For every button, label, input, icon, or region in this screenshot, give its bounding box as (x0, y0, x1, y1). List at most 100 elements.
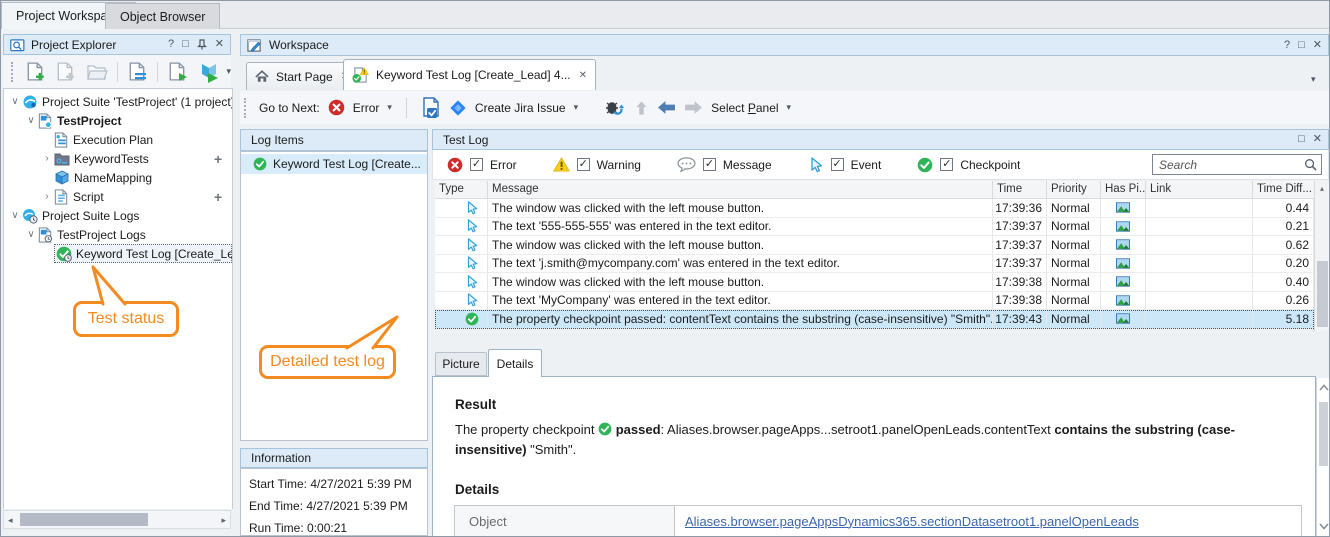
callout-label: Detailed test log (270, 353, 385, 371)
scroll-right-icon[interactable]: ▸ (221, 515, 226, 526)
tree-item-script[interactable]: › Script (4, 187, 104, 206)
tab-object-browser[interactable]: Object Browser (105, 3, 220, 29)
tab-details[interactable]: Details (488, 349, 542, 377)
close-button[interactable]: ✕ (215, 39, 224, 50)
goto-next-caret[interactable]: ▾ (387, 102, 392, 113)
chevron-right-icon[interactable]: › (40, 153, 54, 164)
back-arrow-icon[interactable] (657, 100, 676, 115)
log-row-selected[interactable]: The property checkpoint passed: contentT… (435, 310, 1314, 329)
add-script-button[interactable]: + (214, 190, 222, 204)
column-header[interactable]: Time Diff... (1253, 181, 1314, 198)
picture-icon (1116, 221, 1130, 232)
run-project-button[interactable] (165, 59, 191, 85)
tree-item-label: TestProject (57, 114, 121, 128)
column-header[interactable]: Priority (1047, 181, 1101, 198)
chevron-down-icon[interactable]: ∨ (24, 115, 38, 126)
log-link (1146, 310, 1253, 328)
tree-item-keyword-test-log[interactable]: Keyword Test Log [Create_Lead (54, 244, 232, 263)
event-filter-checkbox[interactable]: ✓ (831, 158, 844, 171)
run-state-icon[interactable] (604, 98, 626, 118)
log-grid-scrollbar[interactable]: ▴ (1314, 181, 1329, 331)
tab-label: Start Page (276, 70, 333, 84)
tree-item-project-suite[interactable]: ∨ Project Suite 'TestProject' (1 project… (4, 92, 233, 111)
log-row[interactable]: The text 'j.smith@mycompany.com' was ent… (435, 255, 1314, 274)
column-header[interactable]: Time (993, 181, 1047, 198)
log-message: The text 'j.smith@mycompany.com' was ent… (488, 255, 993, 273)
forward-arrow-icon[interactable] (684, 100, 703, 115)
column-header[interactable]: Message (488, 181, 993, 198)
tree-item-execution-plan[interactable]: Execution Plan (4, 130, 153, 149)
post-results-icon[interactable] (421, 97, 441, 119)
scroll-up-chevron-icon[interactable] (1319, 384, 1329, 391)
tree-item-project-suite-logs[interactable]: ∨ Project Suite Logs (4, 206, 139, 225)
panel-title: Information (251, 451, 311, 465)
search-input[interactable] (1152, 154, 1322, 175)
tab-list-caret[interactable]: ▾ (1311, 74, 1316, 85)
add-new-item-button[interactable] (54, 59, 80, 85)
tree-item-namemapping[interactable]: NameMapping (4, 168, 152, 187)
explorer-horizontal-scrollbar[interactable]: ◂ ▸ (3, 510, 231, 529)
picture-icon (1116, 202, 1130, 213)
close-button[interactable]: ✕ (1313, 40, 1322, 51)
log-row[interactable]: The window was clicked with the left mou… (435, 273, 1314, 292)
message-filter-checkbox[interactable]: ✓ (703, 158, 716, 171)
organize-tests-button[interactable] (125, 59, 151, 85)
select-panel-button[interactable]: Select Panel (711, 101, 778, 115)
add-new-project-button[interactable] (23, 59, 49, 85)
jira-caret[interactable]: ▾ (574, 102, 579, 113)
goto-next-value[interactable]: Error (353, 101, 380, 115)
tab-picture[interactable]: Picture (435, 352, 487, 376)
add-keywordtest-button[interactable]: + (214, 152, 222, 166)
tree-item-keywordtests[interactable]: › KeywordTests (4, 149, 149, 168)
pin-icon[interactable] (197, 39, 207, 50)
log-items-row[interactable]: Keyword Test Log [Create... (241, 154, 427, 174)
scroll-left-icon[interactable]: ◂ (8, 515, 13, 526)
column-header[interactable]: Has Pi... (1101, 181, 1146, 198)
up-arrow-icon[interactable] (633, 100, 651, 115)
column-header[interactable]: Link (1146, 181, 1253, 198)
help-button[interactable]: ? (1284, 40, 1290, 51)
log-row[interactable]: The window was clicked with the left mou… (435, 236, 1314, 255)
column-header[interactable]: Type (435, 181, 488, 198)
toolbar-grip[interactable] (244, 98, 248, 118)
chevron-down-icon[interactable]: ∨ (8, 210, 22, 221)
log-row[interactable]: The text '555-555-555' was entered in th… (435, 218, 1314, 237)
maximize-button[interactable]: □ (182, 39, 189, 50)
log-row[interactable]: The window was clicked with the left mou… (435, 199, 1314, 218)
log-message: The text 'MyCompany' was entered in the … (488, 292, 993, 310)
search-icon[interactable] (1304, 158, 1317, 171)
tree-item-testproject[interactable]: ∨ TestProject (4, 111, 121, 130)
toolbar-grip[interactable] (11, 62, 15, 82)
create-jira-issue-button[interactable]: Create Jira Issue (475, 101, 566, 115)
scrollbar-thumb[interactable] (1319, 402, 1328, 466)
run-project-suite-button[interactable] (196, 59, 222, 85)
help-button[interactable]: ? (168, 39, 174, 50)
scroll-up-icon[interactable]: ▴ (1315, 181, 1329, 193)
run-options-caret[interactable]: ▾ (227, 66, 232, 77)
tree-item-testproject-logs[interactable]: ∨ TestProject Logs (4, 225, 146, 244)
close-button[interactable]: ✕ (1313, 134, 1322, 145)
close-tab-icon[interactable]: ✕ (579, 70, 587, 81)
object-row: Object Aliases.browser.pageAppsDynamics3… (454, 505, 1302, 537)
log-time-diff: 0.62 (1253, 236, 1314, 254)
log-row[interactable]: The text 'MyCompany' was entered in the … (435, 292, 1314, 311)
scrollbar-thumb[interactable] (20, 513, 148, 526)
warning-filter-checkbox[interactable]: ✓ (577, 158, 590, 171)
scroll-down-chevron-icon[interactable] (1319, 523, 1329, 530)
open-item-button[interactable] (84, 59, 110, 85)
chevron-down-icon[interactable]: ∨ (24, 229, 38, 240)
error-filter-checkbox[interactable]: ✓ (470, 158, 483, 171)
maximize-button[interactable]: □ (1298, 134, 1305, 145)
details-scrollbar[interactable] (1316, 378, 1330, 536)
test-log-warning-icon (352, 67, 369, 83)
chevron-right-icon[interactable]: › (40, 191, 54, 202)
select-panel-text: Select (711, 101, 748, 115)
object-link[interactable]: Aliases.browser.pageAppsDynamics365.sect… (685, 514, 1139, 529)
chevron-down-icon[interactable]: ∨ (8, 96, 22, 107)
scrollbar-thumb[interactable] (1317, 261, 1328, 327)
tab-start-page[interactable]: Start Page ✕ (246, 62, 358, 90)
tab-keyword-test-log[interactable]: Keyword Test Log [Create_Lead] 4... ✕ (343, 59, 596, 90)
select-panel-caret[interactable]: ▾ (787, 102, 792, 113)
maximize-button[interactable]: □ (1298, 40, 1305, 51)
checkpoint-filter-checkbox[interactable]: ✓ (940, 158, 953, 171)
